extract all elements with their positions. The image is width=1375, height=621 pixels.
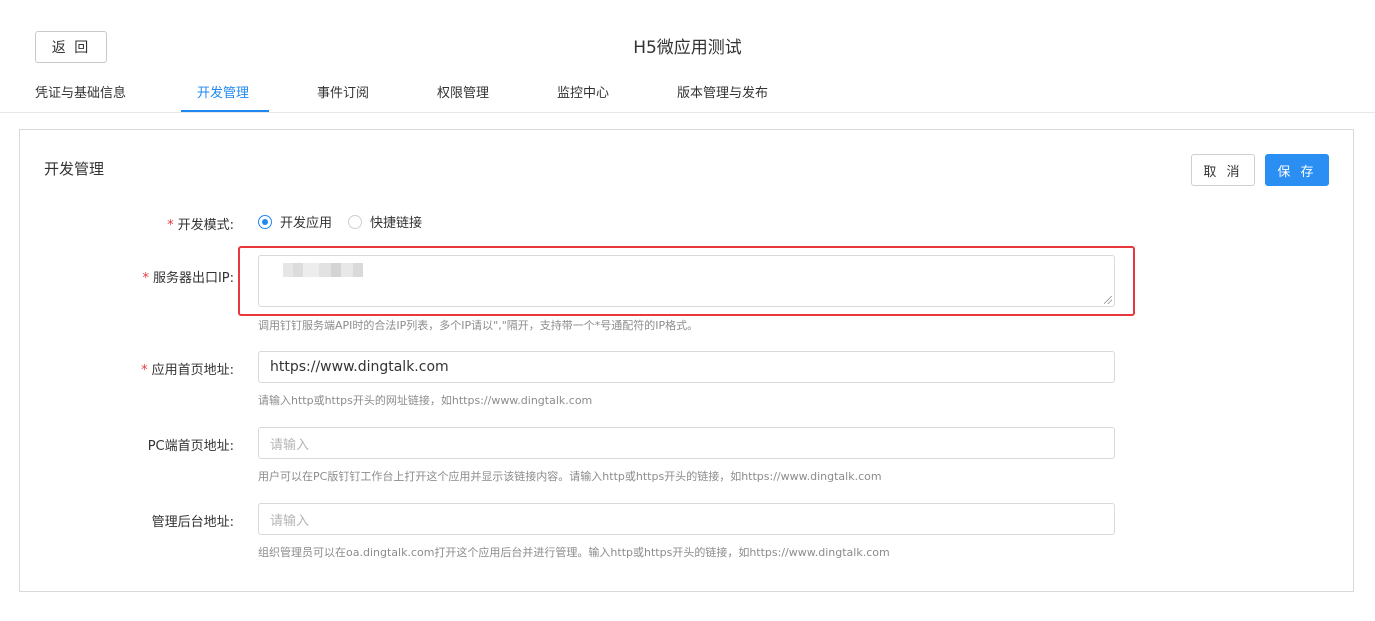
radio-dev-app-label: 开发应用 [280,216,333,231]
tab-event-subscription[interactable]: 事件订阅 [317,82,369,101]
radio-checked-icon[interactable] [258,214,272,229]
required-mark: * [141,363,148,378]
redacted-ip-value [283,263,363,277]
cancel-button[interactable]: 取 消 [1191,154,1255,186]
page-title: H5微应用测试 [633,38,742,58]
homepage-url-label: * 应用首页地址: [34,359,234,378]
admin-url-input[interactable]: 请输入 [258,503,1115,535]
dev-management-panel: 开发管理 取 消 保 存 * 开发模式: 开发应用 快捷链接 * 服务器出口IP: … [19,129,1354,592]
homepage-url-value: https://www.dingtalk.com [270,359,449,375]
required-mark: * [142,271,149,286]
tab-dev-management[interactable]: 开发管理 [197,82,249,101]
pc-homepage-url-input[interactable]: 请输入 [258,427,1115,459]
admin-url-label: 管理后台地址: [151,515,234,530]
server-ip-label-text: 服务器出口IP: [152,271,234,286]
server-ip-hint: 调用钉钉服务端API时的合法IP列表，多个IP请以","隔开，支持带一个*号通配… [258,319,699,332]
admin-url-placeholder: 请输入 [270,513,310,529]
required-mark: * [167,218,174,233]
server-ip-label: * 服务器出口IP: [34,267,234,286]
active-tab-indicator [181,110,269,112]
tab-credentials[interactable]: 凭证与基础信息 [35,82,126,101]
radio-dev-app[interactable]: 开发应用 [258,212,332,231]
tab-permissions[interactable]: 权限管理 [437,82,489,101]
homepage-url-input[interactable]: https://www.dingtalk.com [258,351,1115,383]
pc-homepage-url-placeholder: 请输入 [270,437,310,453]
dev-mode-label: * 开发模式: [34,214,234,233]
server-ip-textarea[interactable] [258,255,1115,307]
save-button[interactable]: 保 存 [1265,154,1329,186]
radio-quick-link[interactable]: 快捷链接 [348,212,422,231]
pc-homepage-url-hint: 用户可以在PC版钉钉工作台上打开这个应用并显示该链接内容。请输入http或htt… [258,470,882,483]
tab-bar: 凭证与基础信息 开发管理 事件订阅 权限管理 监控中心 版本管理与发布 [0,72,1375,113]
panel-title: 开发管理 [44,160,105,178]
tab-monitoring[interactable]: 监控中心 [557,82,609,101]
dev-mode-label-text: 开发模式: [177,218,234,233]
radio-quick-link-label: 快捷链接 [370,216,423,231]
dev-mode-radio-group: 开发应用 快捷链接 [258,212,438,231]
homepage-url-label-text: 应用首页地址: [151,363,234,378]
admin-url-hint: 组织管理员可以在oa.dingtalk.com打开这个应用后台并进行管理。输入h… [258,546,890,559]
pc-homepage-url-label: PC端首页地址: [147,439,234,454]
homepage-url-hint: 请输入http或https开头的网址链接，如https://www.dingta… [258,394,593,407]
radio-unchecked-icon[interactable] [348,214,363,229]
tab-version-release[interactable]: 版本管理与发布 [677,82,768,101]
resize-handle[interactable] [1104,296,1112,304]
